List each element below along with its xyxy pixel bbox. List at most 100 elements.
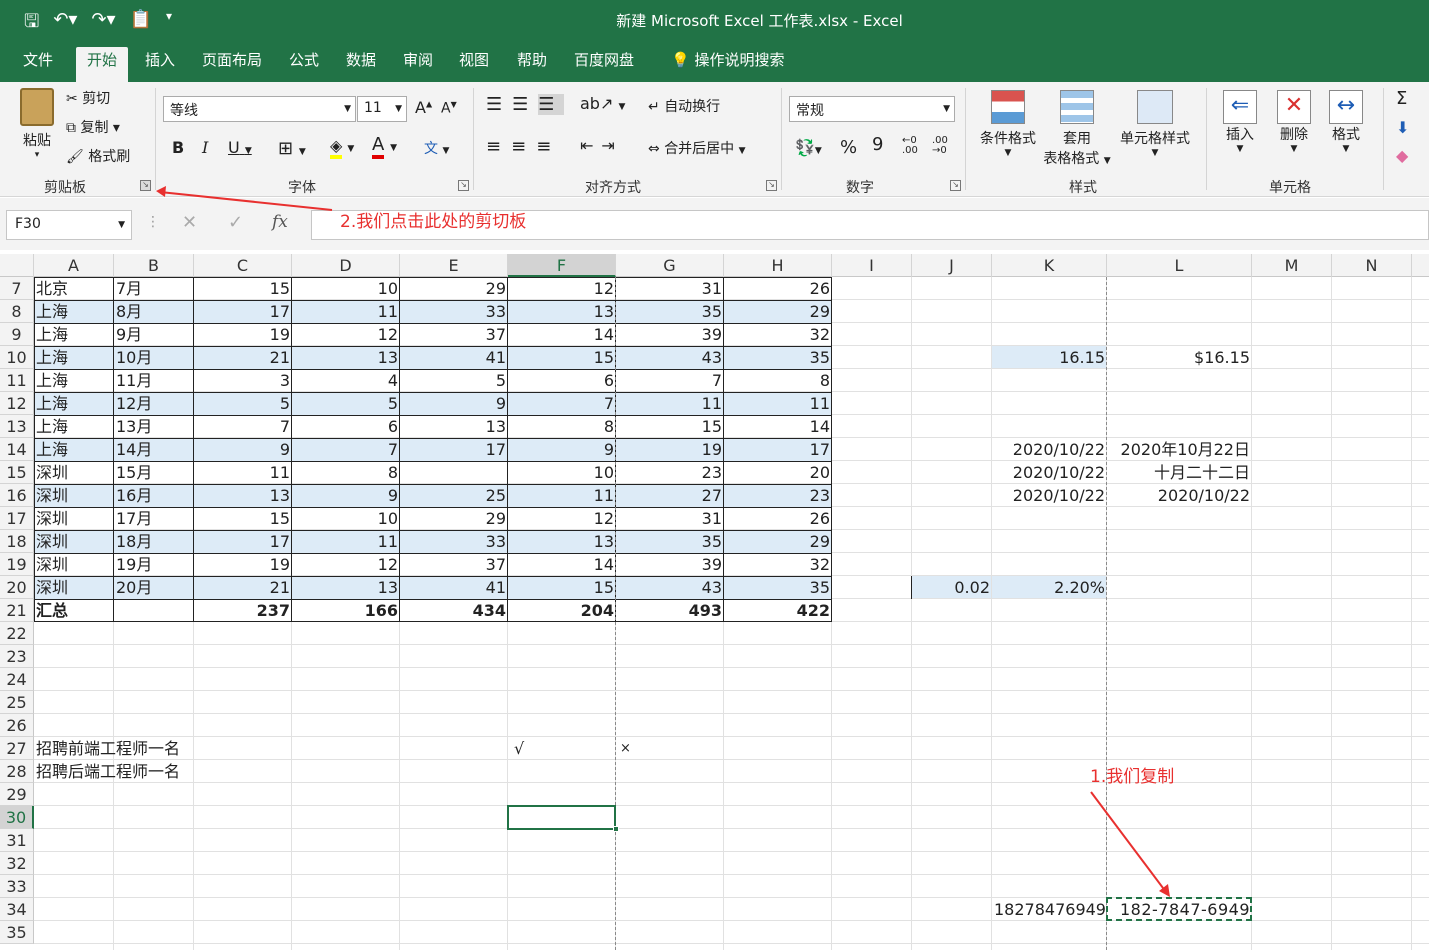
column-header-l[interactable]: L: [1107, 254, 1252, 277]
italic-button[interactable]: I: [202, 138, 208, 157]
cell-e19[interactable]: 37: [400, 553, 508, 576]
cell-f12[interactable]: 7: [508, 392, 616, 415]
cell-f8[interactable]: 13: [508, 300, 616, 323]
cell-f13[interactable]: 8: [508, 415, 616, 438]
cell-h15[interactable]: 20: [724, 461, 832, 484]
row-header-26[interactable]: 26: [0, 714, 34, 737]
row-header-21[interactable]: 21: [0, 599, 34, 622]
cell-e16[interactable]: 25: [400, 484, 508, 507]
cell-c16[interactable]: 13: [194, 484, 292, 507]
cell-g16[interactable]: 27: [616, 484, 724, 507]
cell-e15[interactable]: [400, 461, 508, 484]
row-header-13[interactable]: 13: [0, 415, 34, 438]
clipboard-dialog-launcher[interactable]: ↘: [140, 180, 151, 191]
number-dialog-launcher[interactable]: ↘: [950, 180, 961, 191]
cell-g13[interactable]: 15: [616, 415, 724, 438]
column-header-f[interactable]: F: [508, 254, 616, 277]
row-header-33[interactable]: 33: [0, 875, 34, 898]
cell-c15[interactable]: 11: [194, 461, 292, 484]
cell-k20[interactable]: 2.20%: [992, 576, 1107, 599]
cell-c10[interactable]: 21: [194, 346, 292, 369]
cell-a10[interactable]: 上海: [34, 346, 114, 369]
cell-k10[interactable]: 16.15: [992, 346, 1107, 369]
font-name-select[interactable]: 等线 ▼: [163, 96, 356, 122]
row-header-11[interactable]: 11: [0, 369, 34, 392]
cell-a28[interactable]: 招聘后端工程师一名: [34, 760, 182, 783]
format-painter-button[interactable]: 🖌 格式刷: [66, 146, 130, 166]
row-header-32[interactable]: 32: [0, 852, 34, 875]
cell-g21[interactable]: 493: [616, 599, 724, 622]
cell-a8[interactable]: 上海: [34, 300, 114, 323]
currency-button[interactable]: 💱▼: [795, 138, 822, 157]
row-header-31[interactable]: 31: [0, 829, 34, 852]
tell-me-search[interactable]: 💡 操作说明搜索: [660, 47, 795, 82]
cell-l16[interactable]: 2020/10/22: [1107, 484, 1252, 507]
cell-h19[interactable]: 32: [724, 553, 832, 576]
cell-e13[interactable]: 13: [400, 415, 508, 438]
cell-h16[interactable]: 23: [724, 484, 832, 507]
borders-button[interactable]: ⊞ ▼: [278, 138, 306, 159]
cell-a16[interactable]: 深圳: [34, 484, 114, 507]
number-format-select[interactable]: 常规 ▼: [789, 96, 955, 122]
tab-formulas[interactable]: 公式: [278, 47, 330, 82]
copy-button[interactable]: ⧉ 复制 ▾: [66, 117, 120, 137]
column-header-d[interactable]: D: [292, 254, 400, 277]
insert-function-button[interactable]: fx: [272, 212, 288, 232]
cell-f27[interactable]: √: [508, 737, 616, 760]
cell-f18[interactable]: 13: [508, 530, 616, 553]
cell-f16[interactable]: 11: [508, 484, 616, 507]
tab-file[interactable]: 文件: [12, 47, 64, 82]
cell-c13[interactable]: 7: [194, 415, 292, 438]
merge-center-button[interactable]: ⇔ 合并后居中 ▼: [648, 138, 746, 158]
cell-l10[interactable]: $16.15: [1107, 346, 1252, 369]
cell-a17[interactable]: 深圳: [34, 507, 114, 530]
cell-d19[interactable]: 12: [292, 553, 400, 576]
cell-a20[interactable]: 深圳: [34, 576, 114, 599]
cell-a21[interactable]: 汇总: [34, 599, 114, 622]
tab-insert[interactable]: 插入: [134, 47, 186, 82]
cell-a7[interactable]: 北京: [34, 277, 114, 300]
wrap-text-button[interactable]: ↵ 自动换行: [648, 96, 720, 116]
cell-e10[interactable]: 41: [400, 346, 508, 369]
align-right-icon[interactable]: ≡: [536, 136, 561, 157]
cell-g14[interactable]: 19: [616, 438, 724, 461]
increase-decimal-button[interactable]: ←0.00: [902, 136, 918, 156]
cell-d21[interactable]: 166: [292, 599, 400, 622]
cell-h13[interactable]: 14: [724, 415, 832, 438]
cell-l15[interactable]: 十月二十二日: [1107, 461, 1252, 484]
cell-f21[interactable]: 204: [508, 599, 616, 622]
tab-view[interactable]: 视图: [448, 47, 500, 82]
select-all-corner[interactable]: [0, 254, 34, 277]
cell-h9[interactable]: 32: [724, 323, 832, 346]
fill-icon[interactable]: ⬇: [1396, 118, 1409, 137]
cell-b11[interactable]: 11月: [114, 369, 194, 392]
cell-f7[interactable]: 12: [508, 277, 616, 300]
cell-g17[interactable]: 31: [616, 507, 724, 530]
cell-b16[interactable]: 16月: [114, 484, 194, 507]
row-header-34[interactable]: 34: [0, 898, 34, 921]
cell-c12[interactable]: 5: [194, 392, 292, 415]
column-header-j[interactable]: J: [912, 254, 992, 277]
cell-a14[interactable]: 上海: [34, 438, 114, 461]
row-header-28[interactable]: 28: [0, 760, 34, 783]
font-dialog-launcher[interactable]: ↘: [458, 180, 469, 191]
row-header-10[interactable]: 10: [0, 346, 34, 369]
cell-d11[interactable]: 4: [292, 369, 400, 392]
bold-button[interactable]: B: [172, 138, 184, 157]
tab-baidu-netdisk[interactable]: 百度网盘: [563, 47, 645, 82]
cell-g9[interactable]: 39: [616, 323, 724, 346]
cell-k16[interactable]: 2020/10/22: [992, 484, 1107, 507]
cell-e14[interactable]: 17: [400, 438, 508, 461]
indent-buttons[interactable]: ⇤⇥: [580, 136, 623, 155]
comma-style-button[interactable]: 9: [872, 134, 883, 155]
cell-a15[interactable]: 深圳: [34, 461, 114, 484]
column-header-a[interactable]: A: [34, 254, 114, 277]
cell-a13[interactable]: 上海: [34, 415, 114, 438]
horizontal-align-buttons[interactable]: ≡≡≡: [486, 136, 561, 157]
row-header-18[interactable]: 18: [0, 530, 34, 553]
align-left-icon[interactable]: ≡: [486, 136, 511, 157]
align-bottom-icon[interactable]: ☰: [538, 94, 565, 115]
tab-review[interactable]: 审阅: [392, 47, 444, 82]
format-cells-button[interactable]: ↔ 格式 ▼: [1326, 90, 1366, 154]
cell-g8[interactable]: 35: [616, 300, 724, 323]
